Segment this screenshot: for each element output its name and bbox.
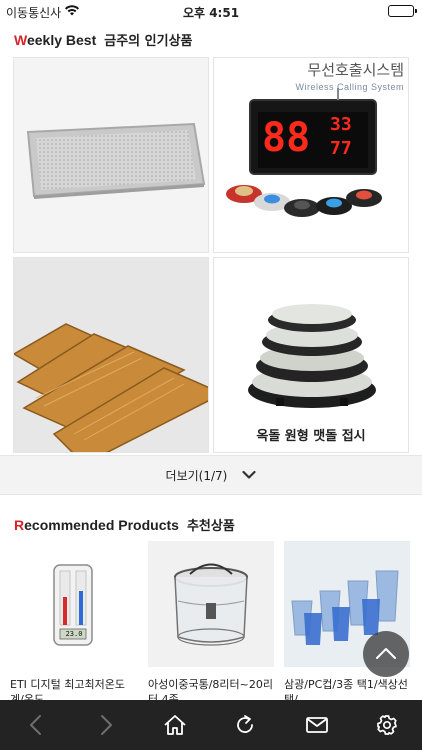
- mail-icon: [306, 717, 328, 733]
- clear-container-icon: [174, 563, 248, 646]
- more-label: 더보기(1/7): [165, 469, 228, 483]
- home-button[interactable]: [162, 713, 188, 737]
- calling-display-left: 88: [262, 115, 311, 161]
- product-card-thermometer[interactable]: 23.0 ETI 디지털 최고최저온도계/온도: [10, 541, 136, 707]
- clock: 오후 4:51: [182, 6, 240, 20]
- product-card-cups[interactable]: 삼광/PC컵/3종 택1/색상선택/: [284, 541, 410, 707]
- weekly-best-accent-letter: W: [14, 32, 27, 48]
- stone-plates-caption: 옥돌 원형 맷돌 접시: [256, 429, 366, 444]
- product-tile-stone-plates[interactable]: 옥돌 원형 맷돌 접시: [213, 257, 409, 453]
- weekly-best-title: eekly Best: [26, 32, 97, 48]
- settings-button[interactable]: [374, 713, 400, 737]
- thermometer-readout: 23.0: [65, 630, 83, 638]
- recommended-korean-title: 추천상품: [186, 519, 235, 534]
- calling-system-icon: [226, 88, 382, 217]
- calling-display-right-top: 33: [330, 114, 352, 135]
- bottom-toolbar: [0, 700, 422, 750]
- weekly-best-korean-title: 금주의 인기상품: [104, 34, 193, 49]
- container-image: [148, 541, 274, 667]
- refresh-icon: [237, 715, 253, 733]
- thermometer-icon: [53, 564, 93, 646]
- weekly-best-heading: Weekly Best 금주의 인기상품: [14, 30, 193, 49]
- product-tile-baking-tray[interactable]: [13, 57, 209, 253]
- refresh-button[interactable]: [232, 713, 258, 737]
- chevron-up-icon: [376, 648, 396, 659]
- more-button[interactable]: 더보기(1/7): [0, 455, 422, 495]
- mail-button[interactable]: [304, 713, 330, 737]
- product-tile-calling-system[interactable]: 무선호출시스템 Wireless Calling System 88 33 77: [213, 57, 409, 253]
- home-icon: [164, 715, 186, 735]
- calling-display-right-bottom: 77: [330, 138, 352, 159]
- weekly-best-grid: 무선호출시스템 Wireless Calling System 88 33 77: [13, 57, 409, 453]
- scroll-to-top-button[interactable]: [363, 631, 409, 677]
- product-card-container[interactable]: 아성이중국통/8리터~20리터 4종: [148, 541, 274, 707]
- forward-button[interactable]: [92, 713, 118, 737]
- thermometer-image: 23.0: [10, 541, 136, 667]
- chevron-down-icon: [242, 465, 257, 484]
- stone-plates-icon: [248, 304, 376, 408]
- status-bar: 이동통신사 오후 4:51: [0, 0, 422, 22]
- recommended-products: 23.0 ETI 디지털 최고최저온도계/온도 아성이중국통/8리터~20리터 …: [0, 541, 422, 706]
- recommended-title: ecommended Products: [24, 517, 179, 533]
- forward-icon: [101, 715, 112, 735]
- battery-icon: [388, 5, 417, 17]
- recommended-heading: Recommended Products 추천상품: [14, 515, 235, 534]
- recommended-accent-letter: R: [14, 517, 25, 533]
- settings-icon: [377, 715, 397, 735]
- baking-tray-icon: [26, 122, 206, 199]
- back-button[interactable]: [24, 713, 50, 737]
- wooden-trays-icon: [14, 323, 208, 452]
- back-icon: [30, 715, 41, 735]
- product-tile-wooden-trays[interactable]: [13, 257, 209, 453]
